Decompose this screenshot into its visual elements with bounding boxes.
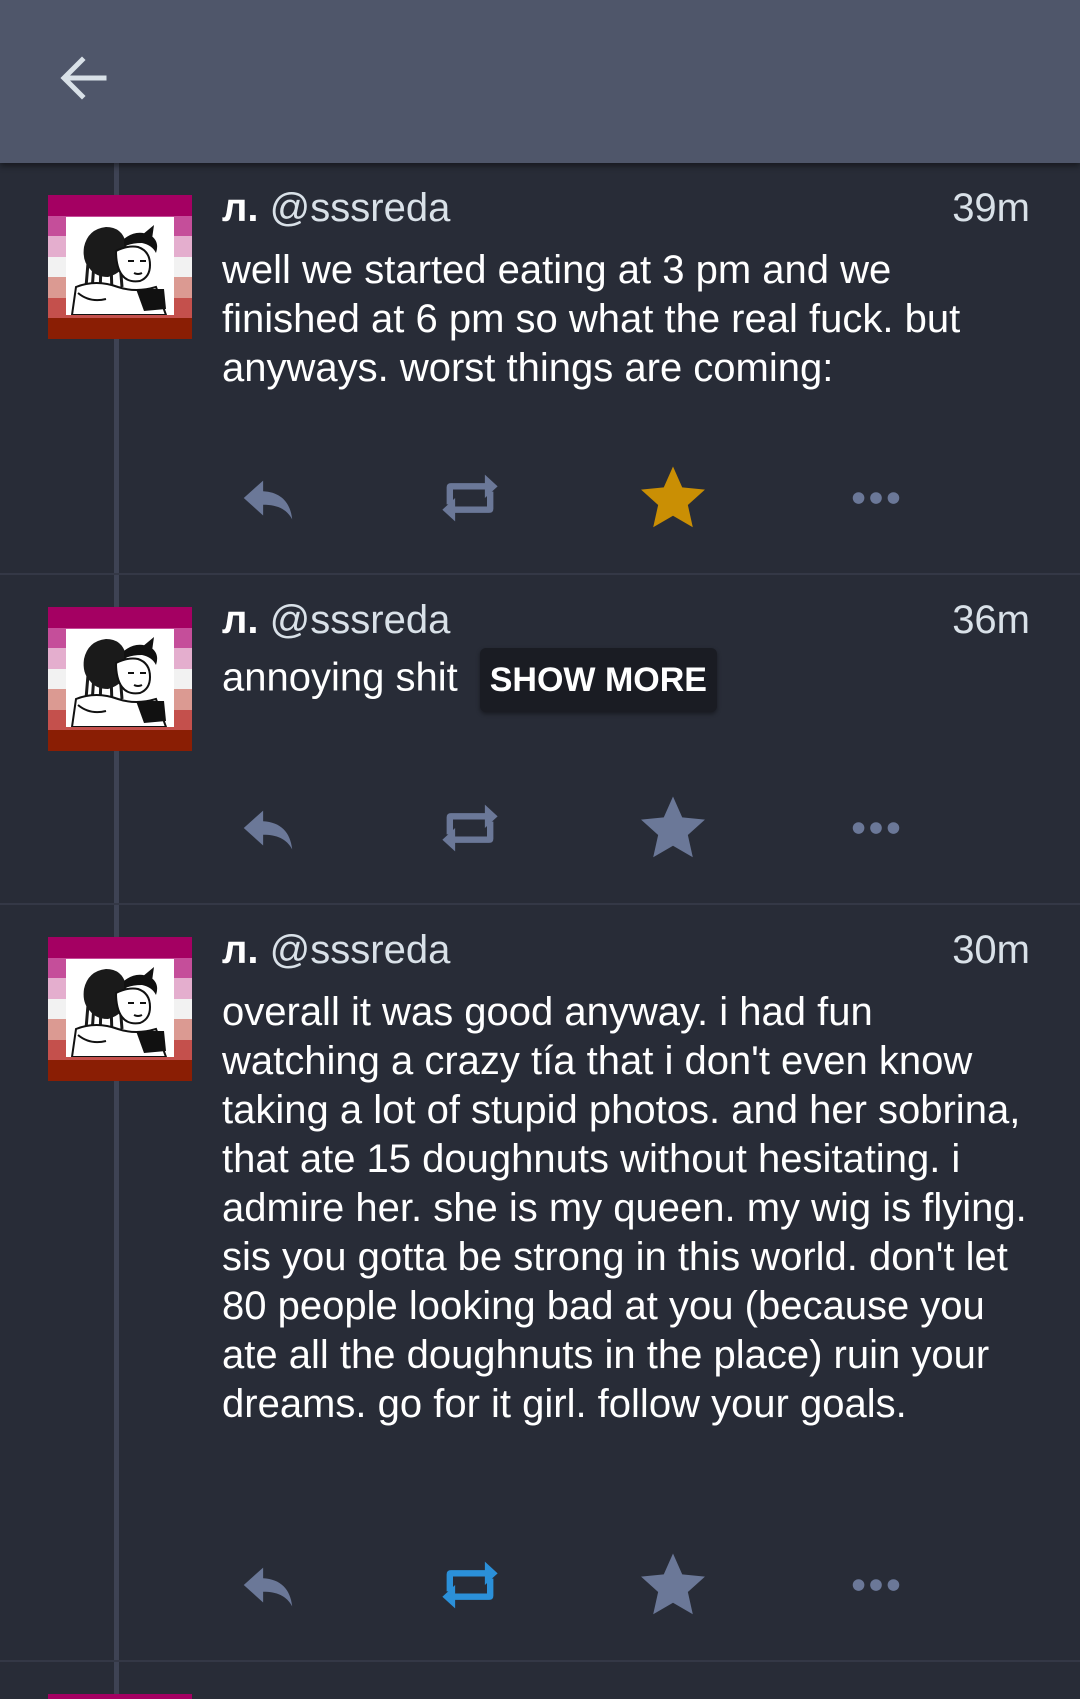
more-options-icon: [845, 1554, 907, 1616]
more-options-button[interactable]: [831, 788, 921, 868]
relative-time[interactable]: 36m: [952, 595, 1030, 645]
relative-time[interactable]: 30m: [952, 925, 1030, 975]
status-action-bar: [222, 788, 982, 868]
show-more-button[interactable]: SHOW MORE: [479, 648, 717, 712]
account-handle[interactable]: @sssreda: [270, 928, 451, 972]
status-content: well we started eating at 3 pm and we fi…: [222, 248, 961, 390]
reply-button[interactable]: [222, 458, 312, 538]
avatar-image: [66, 217, 174, 315]
status-header: л. @sssreda 30m: [222, 925, 1030, 975]
arrow-left-icon: [60, 56, 107, 100]
boost-button[interactable]: [425, 458, 515, 538]
reply-icon: [236, 467, 298, 529]
status-header: л. @sssreda 36m: [222, 595, 1030, 645]
status-item[interactable]: л. @sssreda 30m overall it was good anyw…: [0, 905, 1080, 1662]
favourite-button[interactable]: [628, 458, 718, 538]
avatar-image: [66, 959, 174, 1057]
more-options-icon: [845, 467, 907, 529]
account-handle[interactable]: @sssreda: [270, 186, 451, 230]
status-spoiler: annoying shit SHOW MORE: [222, 648, 1030, 712]
status-item[interactable]: [0, 1662, 1080, 1699]
status-action-bar: [222, 1545, 982, 1625]
boost-button[interactable]: [425, 788, 515, 868]
avatar-image: [66, 629, 174, 727]
avatar[interactable]: [48, 607, 192, 751]
back-button[interactable]: [48, 42, 120, 114]
status-content: overall it was good anyway. i had fun wa…: [222, 990, 1027, 1426]
reply-icon: [236, 797, 298, 859]
reply-button[interactable]: [222, 1545, 312, 1625]
relative-time[interactable]: 39m: [952, 183, 1030, 233]
more-options-button[interactable]: [831, 1545, 921, 1625]
more-options-icon: [845, 797, 907, 859]
app-header: [0, 0, 1080, 163]
favourite-star-icon: [637, 462, 709, 534]
boost-icon: [436, 464, 504, 532]
boost-button[interactable]: [425, 1545, 515, 1625]
more-options-button[interactable]: [831, 458, 921, 538]
display-name[interactable]: л.: [222, 186, 259, 230]
favourite-star-icon: [637, 792, 709, 864]
favourite-button[interactable]: [628, 788, 718, 868]
display-name[interactable]: л.: [222, 598, 259, 642]
reply-icon: [236, 1554, 298, 1616]
boost-icon: [436, 1551, 504, 1619]
boost-icon: [436, 794, 504, 862]
favourite-star-icon: [637, 1549, 709, 1621]
status-action-bar: [222, 458, 982, 538]
spoiler-text: annoying shit: [222, 655, 458, 700]
display-name[interactable]: л.: [222, 928, 259, 972]
status-item[interactable]: л. @sssreda 39m well we started eating a…: [0, 163, 1080, 575]
status-header: л. @sssreda 39m: [222, 183, 1030, 233]
avatar[interactable]: [48, 1694, 192, 1699]
reply-button[interactable]: [222, 788, 312, 868]
account-handle[interactable]: @sssreda: [270, 598, 451, 642]
status-item[interactable]: л. @sssreda 36m annoying shit SHOW MORE: [0, 575, 1080, 905]
avatar[interactable]: [48, 937, 192, 1081]
favourite-button[interactable]: [628, 1545, 718, 1625]
avatar[interactable]: [48, 195, 192, 339]
